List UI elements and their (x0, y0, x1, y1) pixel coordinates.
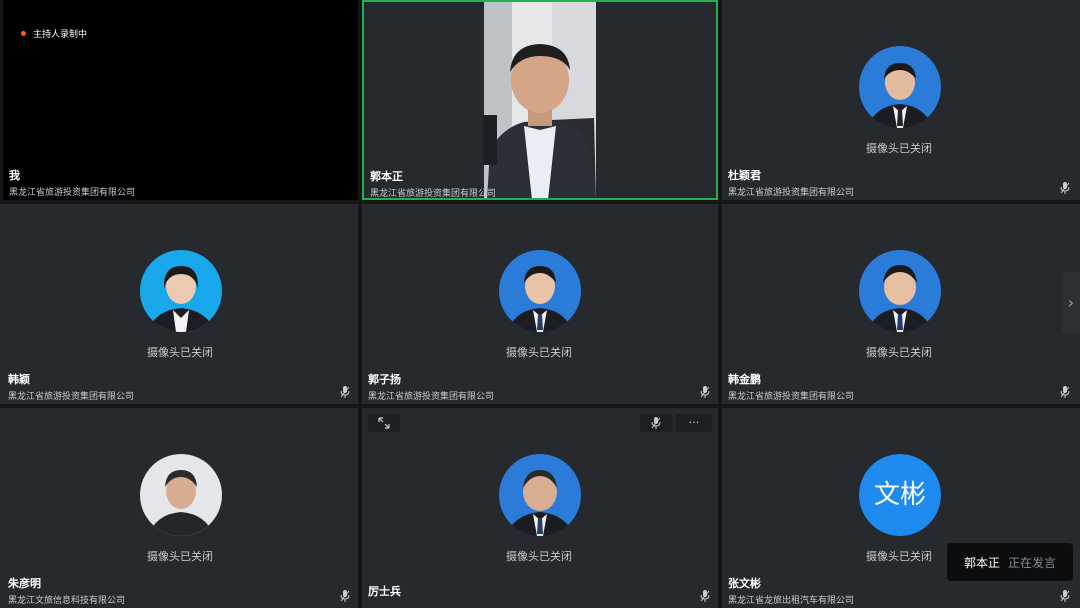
participant-video (364, 2, 716, 198)
video-tile[interactable]: 摄像头已关闭 朱彦明 黑龙江文旅信息科技有限公司 (0, 408, 358, 608)
record-dot-icon (21, 31, 26, 36)
mute-participant-button[interactable] (640, 414, 672, 432)
participant-name: 韩金鹏 (728, 373, 761, 386)
participant-org: 黑龙江省旅游投资集团有限公司 (370, 189, 497, 199)
mic-muted-icon (1060, 590, 1070, 602)
video-tile-hovered[interactable]: ··· 摄像头已关闭 厉士兵 (362, 408, 718, 608)
video-grid: 主持人录制中 我 黑龙江省旅游投资集团有限公司 郭本正 黑龙江省旅游投资集团有限… (0, 0, 1080, 608)
participant-name: 张文彬 (728, 577, 761, 590)
avatar-photo (859, 250, 941, 332)
participant-name: 我 (9, 169, 20, 182)
participant-name: 朱彦明 (8, 577, 41, 590)
camera-off-label: 摄像头已关闭 (866, 346, 932, 359)
active-speaker-toast: 郭本正 正在发言 (947, 543, 1073, 581)
video-tile[interactable]: 摄像头已关闭 韩颖 黑龙江省旅游投资集团有限公司 (0, 204, 358, 404)
video-tile[interactable]: 摄像头已关闭 郭子扬 黑龙江省旅游投资集团有限公司 (362, 204, 718, 404)
camera-off-label: 摄像头已关闭 (506, 550, 572, 563)
mic-muted-icon (651, 417, 661, 429)
recording-label: 主持人录制中 (33, 30, 88, 40)
participant-org: 黑龙江省龙旅出租汽车有限公司 (728, 596, 855, 606)
avatar-photo (140, 454, 222, 536)
avatar-initials: 文彬 (859, 454, 941, 536)
expand-icon (378, 417, 390, 429)
speaker-status: 正在发言 (1008, 555, 1057, 570)
participant-org: 黑龙江省旅游投资集团有限公司 (8, 392, 135, 402)
participant-org: 黑龙江省旅游投资集团有限公司 (368, 392, 495, 402)
avatar-photo (859, 46, 941, 128)
mic-muted-icon (1060, 386, 1070, 398)
participant-org: 黑龙江省旅游投资集团有限公司 (9, 188, 136, 198)
participant-org: 黑龙江省旅游投资集团有限公司 (728, 188, 855, 198)
video-tile-self[interactable]: 主持人录制中 我 黑龙江省旅游投资集团有限公司 (3, 0, 358, 200)
video-tile-active-speaker[interactable]: 郭本正 黑龙江省旅游投资集团有限公司 (362, 0, 718, 200)
camera-off-label: 摄像头已关闭 (147, 346, 213, 359)
participant-name: 韩颖 (8, 373, 30, 386)
participant-avatar (140, 250, 222, 332)
chevron-right-icon: › (1067, 293, 1075, 312)
more-options-button[interactable]: ··· (676, 414, 712, 432)
participant-name: 郭本正 (370, 170, 403, 183)
participant-name: 厉士兵 (368, 585, 401, 598)
camera-off-label: 摄像头已关闭 (506, 346, 572, 359)
participant-avatar (499, 454, 581, 536)
speaker-name: 郭本正 (963, 555, 1000, 570)
participant-avatar (140, 454, 222, 536)
mic-muted-icon (700, 590, 710, 602)
camera-off-label: 摄像头已关闭 (866, 550, 932, 563)
next-page-button[interactable]: › (1062, 272, 1080, 334)
participant-org: 黑龙江文旅信息科技有限公司 (8, 596, 126, 606)
avatar-photo (499, 454, 581, 536)
more-icon: ··· (688, 416, 700, 429)
participant-avatar: 文彬 (859, 454, 941, 536)
expand-button[interactable] (368, 414, 400, 432)
video-tile[interactable]: 摄像头已关闭 韩金鹏 黑龙江省旅游投资集团有限公司 (722, 204, 1080, 404)
avatar-photo (140, 250, 222, 332)
mic-muted-icon (340, 386, 350, 398)
mic-muted-icon (1060, 182, 1070, 194)
participant-org: 黑龙江省旅游投资集团有限公司 (728, 392, 855, 402)
participant-name: 郭子扬 (368, 373, 401, 386)
video-tile[interactable]: 摄像头已关闭 杜颖君 黑龙江省旅游投资集团有限公司 (722, 0, 1080, 200)
participant-name: 杜颖君 (728, 169, 761, 182)
participant-avatar (499, 250, 581, 332)
mic-muted-icon (700, 386, 710, 398)
camera-off-label: 摄像头已关闭 (866, 142, 932, 155)
participant-avatar (859, 250, 941, 332)
avatar-photo (499, 250, 581, 332)
participant-avatar (859, 46, 941, 128)
camera-off-label: 摄像头已关闭 (147, 550, 213, 563)
mic-muted-icon (340, 590, 350, 602)
recording-indicator: 主持人录制中 (21, 27, 87, 40)
